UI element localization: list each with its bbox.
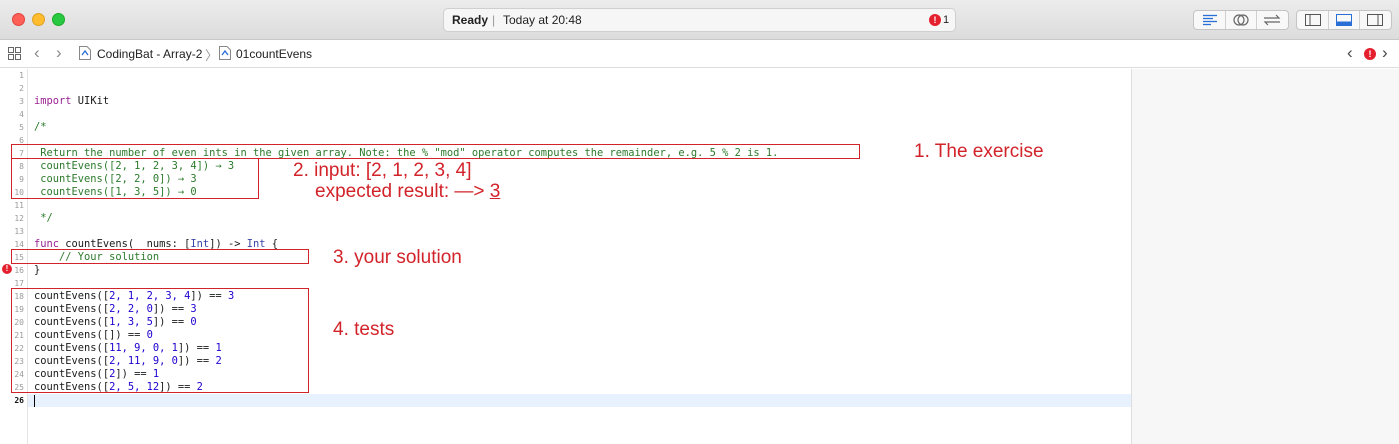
line-number[interactable]: 4 bbox=[0, 108, 24, 121]
solution-note: 3. your solution bbox=[333, 247, 462, 268]
utilities-toggle-icon[interactable] bbox=[1359, 11, 1390, 29]
back-arrow-icon[interactable]: ‹ bbox=[34, 43, 40, 63]
tests-highlight-box bbox=[11, 288, 309, 393]
forward-arrow-icon[interactable]: › bbox=[56, 43, 62, 63]
line-number[interactable]: 3 bbox=[0, 95, 24, 108]
code-line-12: */ bbox=[34, 212, 53, 224]
related-items-icon[interactable] bbox=[8, 47, 21, 63]
issue-error-icon[interactable]: ! bbox=[1364, 48, 1376, 60]
breadcrumb-chevron-icon: 〉 bbox=[205, 48, 219, 63]
playground-file-icon bbox=[79, 46, 91, 60]
code-line-5: /* bbox=[34, 121, 47, 133]
close-window-button[interactable] bbox=[12, 13, 25, 26]
breadcrumb-file[interactable]: 01countEvens bbox=[236, 47, 312, 61]
code-line-16: } bbox=[34, 264, 41, 276]
status-time: Today at 20:48 bbox=[503, 13, 582, 27]
solution-highlight-box bbox=[11, 249, 309, 264]
version-editor-icon[interactable] bbox=[1256, 11, 1287, 29]
editor-mode-control bbox=[1193, 10, 1289, 30]
input-note: 2. input: [2, 1, 2, 3, 4] bbox=[293, 160, 472, 181]
line-number[interactable]: 5 bbox=[0, 121, 24, 134]
activity-status-bar[interactable]: Ready | Today at 20:48 ! 1 bbox=[443, 8, 956, 32]
line-number[interactable]: 2 bbox=[0, 82, 24, 95]
line-number[interactable]: 1 bbox=[0, 69, 24, 82]
line-number[interactable]: 16 bbox=[0, 264, 24, 277]
text-caret bbox=[34, 395, 35, 407]
status-separator: | bbox=[492, 13, 496, 27]
jump-bar: ‹ › CodingBat - Array-2 〉 01countEvens ‹… bbox=[0, 40, 1399, 68]
next-issue-icon[interactable]: › bbox=[1382, 43, 1388, 63]
assistant-editor-icon[interactable] bbox=[1225, 11, 1256, 29]
window-titlebar: Ready | Today at 20:48 ! 1 bbox=[0, 0, 1399, 40]
panel-toggle-control bbox=[1296, 10, 1392, 30]
exercise-highlight-box bbox=[11, 144, 860, 159]
error-count: 1 bbox=[943, 14, 950, 26]
code-line-3: import UIKit bbox=[34, 95, 110, 107]
exercise-note: 1. The exercise bbox=[914, 141, 1044, 162]
current-line-highlight bbox=[28, 394, 1131, 407]
minimize-window-button[interactable] bbox=[32, 13, 45, 26]
tests-note: 4. tests bbox=[333, 319, 395, 340]
error-icon[interactable]: ! bbox=[929, 14, 941, 26]
debug-area-toggle-icon[interactable] bbox=[1328, 11, 1359, 29]
input-highlight-box bbox=[11, 158, 259, 199]
line-number[interactable]: 13 bbox=[0, 225, 24, 238]
zoom-window-button[interactable] bbox=[52, 13, 65, 26]
line-number[interactable]: 26 bbox=[0, 394, 24, 407]
line-number[interactable]: 11 bbox=[0, 199, 24, 212]
previous-issue-icon[interactable]: ‹ bbox=[1347, 43, 1353, 63]
line-number[interactable]: 12 bbox=[0, 212, 24, 225]
standard-editor-icon[interactable] bbox=[1194, 11, 1225, 29]
expected-note: expected result: —> 3 bbox=[315, 181, 501, 202]
page-file-icon bbox=[219, 46, 231, 60]
status-label: Ready bbox=[452, 13, 489, 27]
results-sidebar[interactable] bbox=[1131, 69, 1399, 444]
navigator-toggle-icon[interactable] bbox=[1297, 11, 1328, 29]
breadcrumb-project[interactable]: CodingBat - Array-2 bbox=[97, 47, 202, 61]
